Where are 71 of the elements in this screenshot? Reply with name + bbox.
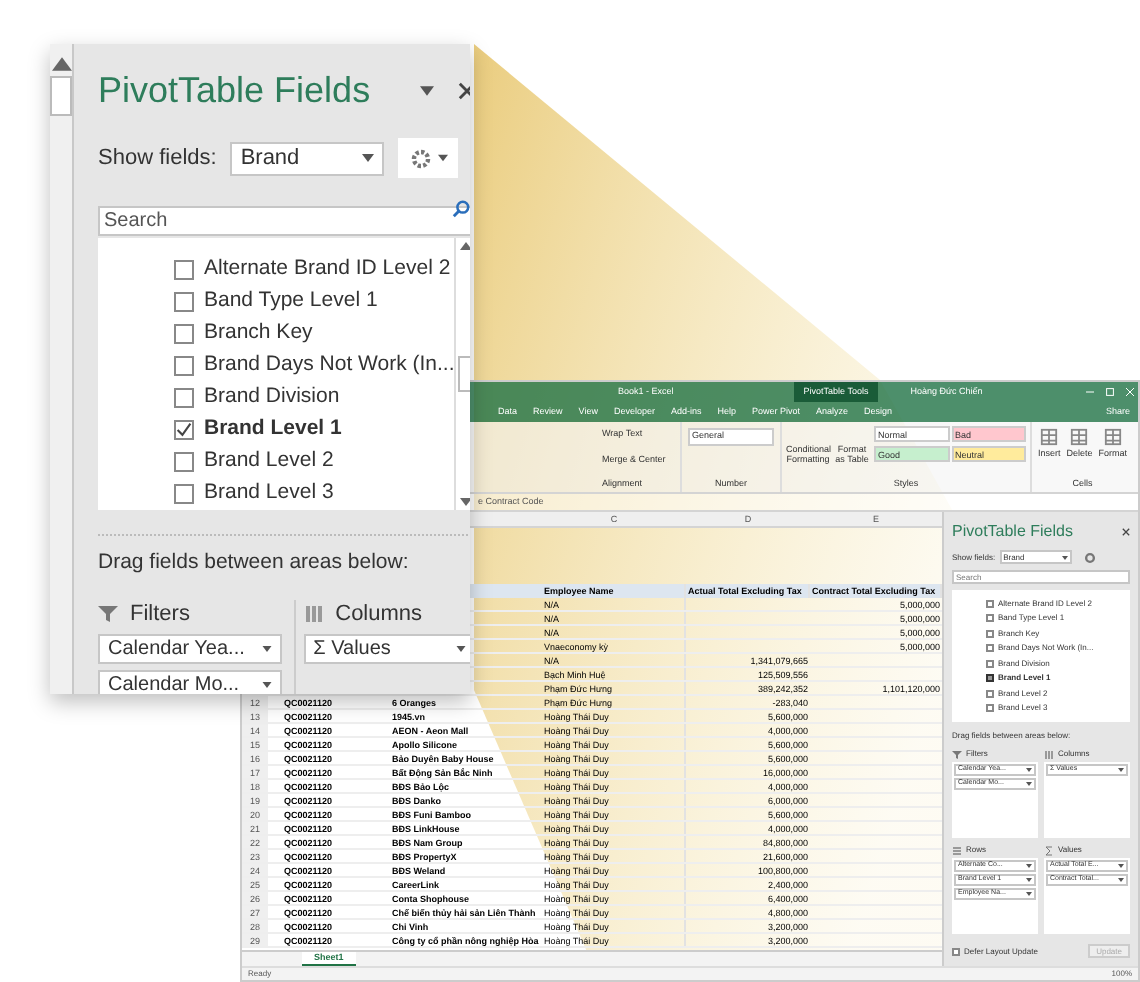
caret-icon	[1026, 892, 1032, 896]
field-label: Brand Division	[204, 382, 340, 413]
field-label: Band Type Level 1	[204, 286, 378, 317]
field-label: Alternate Brand ID Level 2	[204, 254, 451, 285]
caret-icon	[362, 154, 375, 162]
columns-icon	[1044, 749, 1054, 759]
caret-icon	[1026, 864, 1032, 868]
field-checkbox[interactable]	[174, 292, 194, 312]
defer-checkbox[interactable]	[952, 947, 960, 955]
field-checkbox[interactable]	[986, 689, 994, 698]
caret-icon	[261, 681, 272, 688]
field-checkbox[interactable]	[174, 452, 194, 472]
area-field-chip[interactable]: Calendar Mo...	[98, 669, 282, 694]
minimize-icon[interactable]	[1086, 388, 1094, 396]
filter-icon	[98, 603, 118, 624]
caret-icon	[1026, 782, 1032, 786]
rows-icon	[952, 845, 962, 855]
field-label: Brand Level 2	[204, 446, 334, 477]
show-fields-label: Show fields:	[98, 143, 217, 174]
settings-icon	[409, 147, 432, 169]
area-field-chip[interactable]: Calendar Yea...	[98, 633, 282, 664]
caret-icon	[1118, 768, 1124, 772]
field-label: Branch Key	[204, 318, 313, 349]
field-checkbox[interactable]	[986, 629, 994, 638]
field-checkbox[interactable]	[986, 674, 994, 683]
field-checkbox[interactable]	[174, 484, 194, 504]
panel-title: PivotTable Fields	[98, 68, 373, 114]
field-checkbox[interactable]	[174, 324, 194, 344]
area-label: Filters	[130, 599, 190, 629]
caret-icon	[261, 645, 272, 652]
check-icon	[176, 422, 192, 438]
scroll-down-icon	[460, 498, 470, 506]
search-field[interactable]: Search	[98, 206, 470, 236]
scroll-up-icon	[460, 242, 470, 250]
area-field-chip[interactable]: Σ Values	[303, 633, 470, 664]
caret-icon	[437, 154, 448, 162]
scroll-thumb	[50, 76, 72, 116]
caret-icon	[1026, 878, 1032, 882]
caret-icon	[456, 645, 467, 652]
caret-icon	[1061, 555, 1068, 559]
field-checkbox[interactable]	[174, 388, 194, 408]
caret-icon	[1118, 864, 1124, 868]
field-checkbox[interactable]	[986, 614, 994, 623]
sigma-icon	[1044, 845, 1054, 855]
drag-hint: Drag fields between areas below:	[98, 548, 411, 578]
caret-icon	[1026, 768, 1032, 772]
scroll-up-icon	[51, 56, 71, 72]
close-icon[interactable]	[1122, 528, 1130, 536]
table-icon	[1103, 428, 1122, 446]
field-checkbox[interactable]	[986, 644, 994, 653]
pane-title: PivotTable Fields	[952, 520, 1075, 544]
field-checkbox[interactable]	[174, 420, 194, 440]
settings-icon[interactable]	[1083, 551, 1096, 563]
settings-button[interactable]	[398, 138, 459, 178]
field-checkbox[interactable]	[174, 356, 194, 376]
field-label: Brand Days Not Work (In...	[204, 350, 455, 381]
field-checkbox[interactable]	[986, 599, 994, 608]
field-checkbox[interactable]	[174, 260, 194, 280]
field-checkbox[interactable]	[986, 704, 994, 713]
field-label: Brand Level 3	[204, 478, 334, 509]
maximize-icon[interactable]	[1106, 388, 1114, 396]
table-icon	[1040, 428, 1059, 446]
area-label: Columns	[335, 599, 423, 629]
field-label: Brand Level 1	[204, 414, 342, 445]
search-icon	[452, 200, 470, 218]
columns-icon	[303, 603, 324, 624]
field-checkbox[interactable]	[986, 659, 994, 668]
caret-icon	[1118, 878, 1124, 882]
show-fields-dropdown[interactable]: Brand	[230, 141, 385, 175]
table-icon	[1070, 428, 1089, 446]
caret-icon	[420, 86, 435, 96]
